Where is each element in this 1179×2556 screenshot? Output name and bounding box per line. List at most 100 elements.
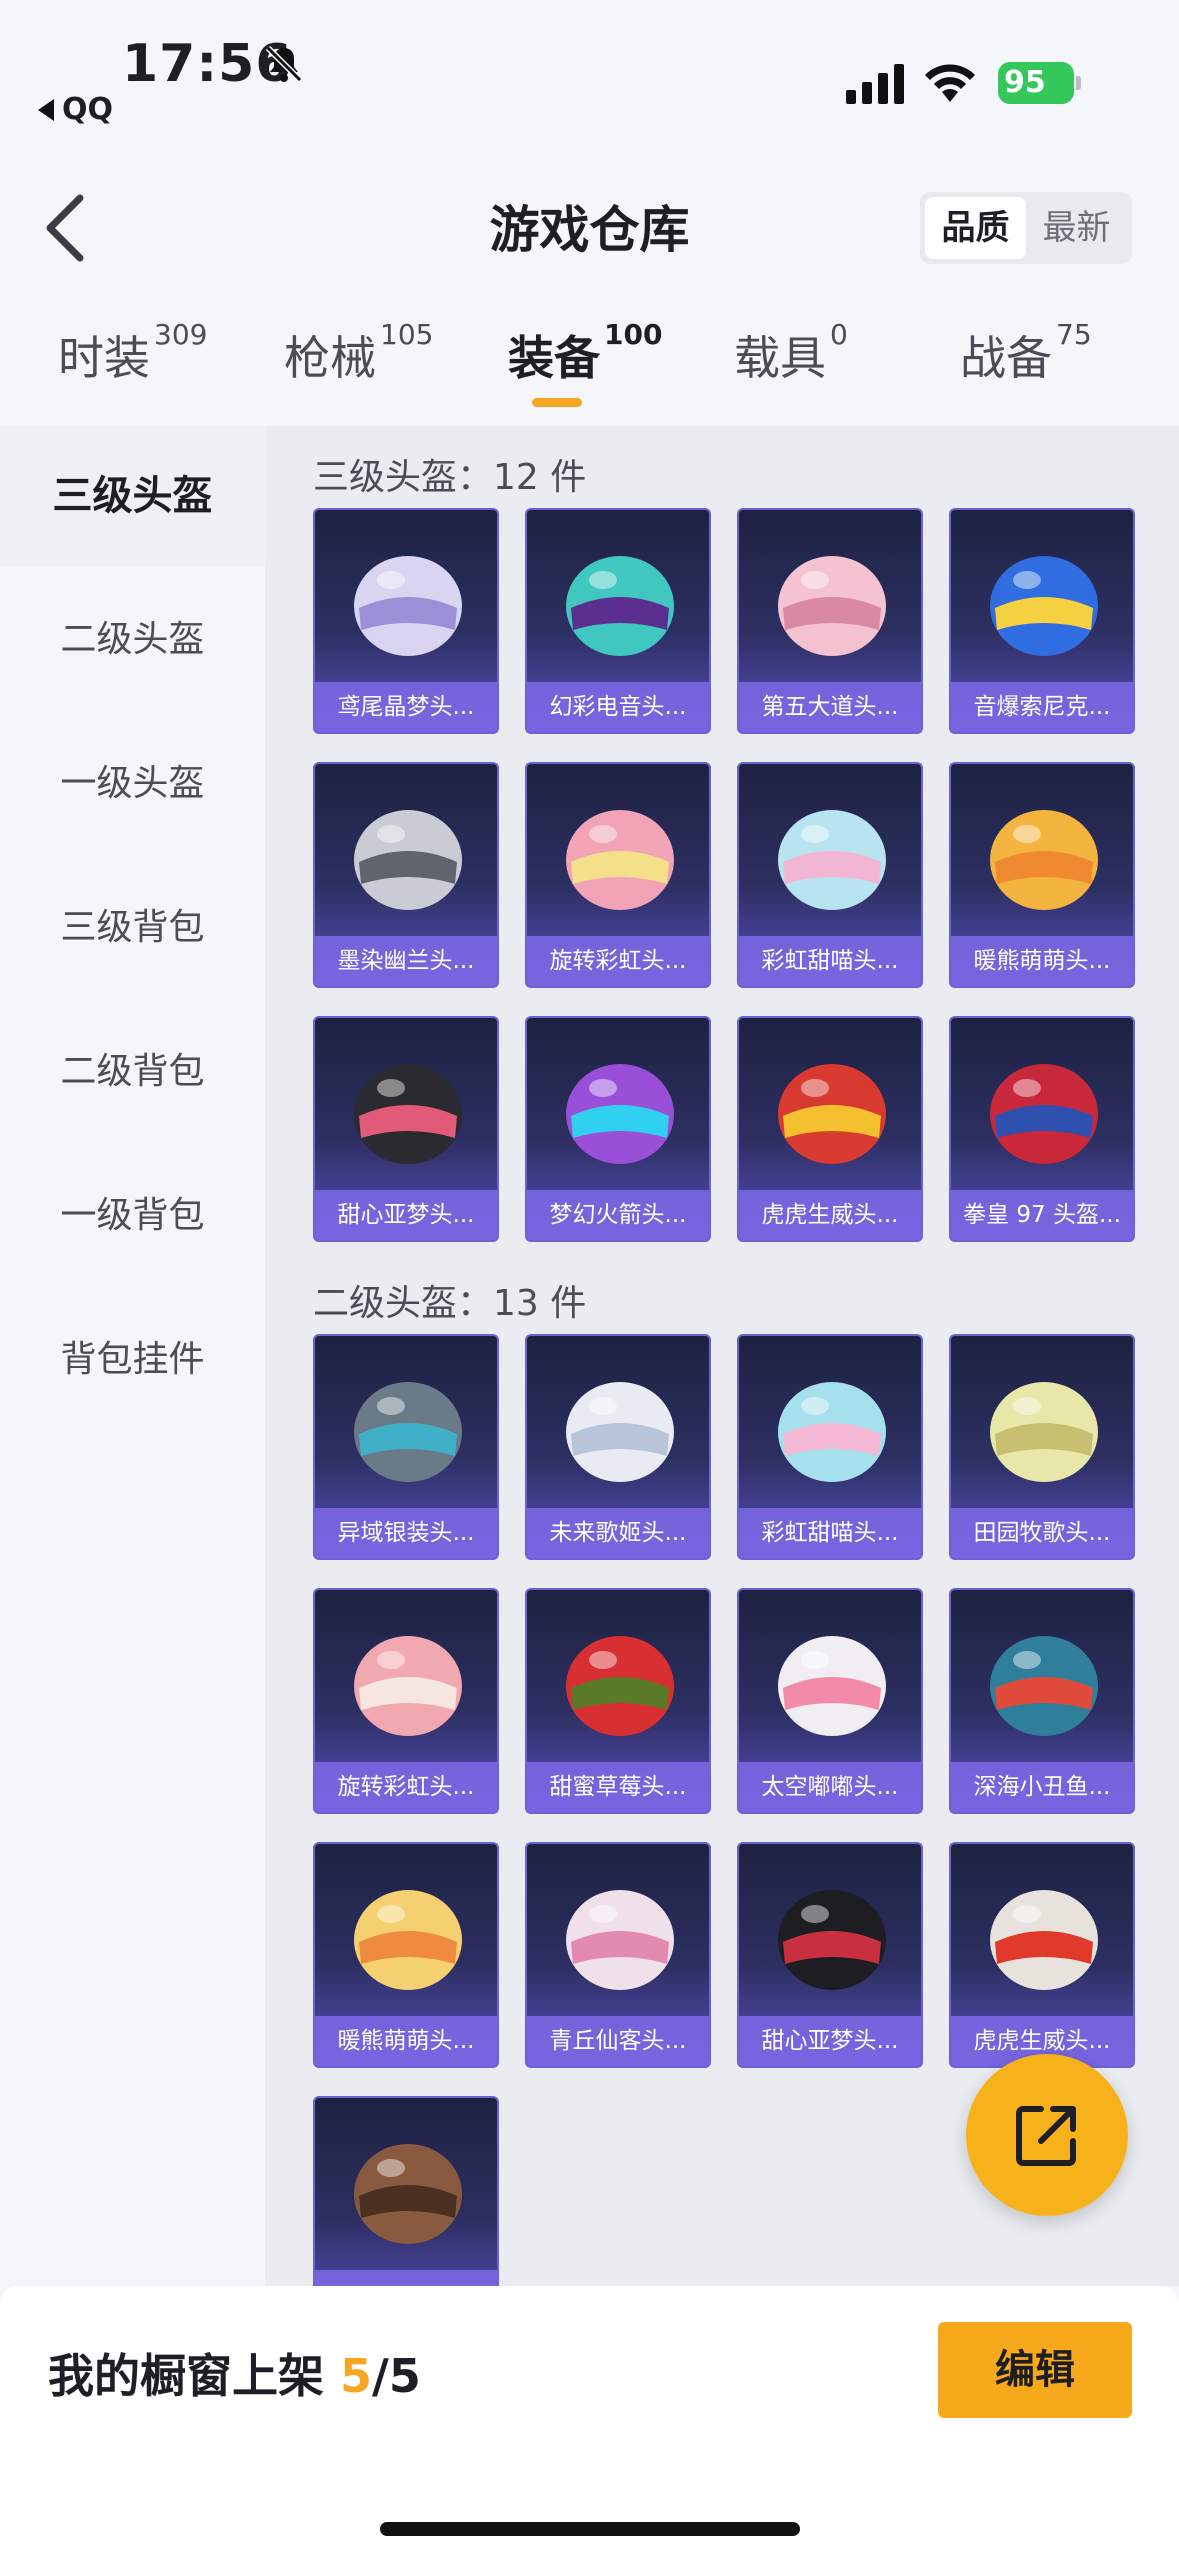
tab-guns[interactable]: 枪械 105 — [284, 318, 433, 388]
item-card[interactable]: 旋转彩虹头... — [313, 1588, 499, 1814]
item-name: 甜蜜草莓头... — [527, 1762, 709, 1812]
item-name: 甜心亚梦头... — [739, 2016, 921, 2066]
item-card[interactable]: 音爆索尼克... — [949, 508, 1135, 734]
helmet-icon — [566, 1890, 674, 1990]
helmet-icon — [778, 556, 886, 656]
cellular-signal-icon — [846, 64, 904, 104]
back-app-label: QQ — [62, 92, 114, 127]
helmet-icon — [778, 810, 886, 910]
helmet-icon — [778, 1382, 886, 1482]
helmet-icon — [778, 1064, 886, 1164]
showcase-label: 我的橱窗上架 — [48, 2349, 324, 2403]
item-card[interactable]: 异域银装头... — [313, 1334, 499, 1560]
edit-button[interactable]: 编辑 — [938, 2322, 1132, 2418]
helmet-icon — [990, 556, 1098, 656]
helmet-icon — [566, 1636, 674, 1736]
helmet-icon — [778, 1890, 886, 1990]
item-card[interactable]: 鸢尾晶梦头... — [313, 508, 499, 734]
item-name: 拳皇 97 头盔... — [951, 1190, 1133, 1240]
sort-quality-option[interactable]: 品质 — [925, 197, 1026, 259]
helmet-icon — [990, 810, 1098, 910]
share-external-icon — [1016, 2106, 1076, 2166]
tab-fashion[interactable]: 时装 309 — [58, 318, 207, 388]
battery-cap — [1076, 76, 1081, 90]
item-card[interactable]: 旋转彩虹头... — [525, 762, 711, 988]
item-name: 深海小丑鱼... — [951, 1762, 1133, 1812]
tab-label: 装备 — [508, 331, 600, 385]
item-name: 旋转彩虹头... — [315, 1762, 497, 1812]
item-name: 田园牧歌头... — [951, 1508, 1133, 1558]
item-card[interactable]: 青丘仙客头... — [525, 1842, 711, 2068]
item-card[interactable]: 彩虹甜喵头... — [737, 1334, 923, 1560]
item-card[interactable] — [313, 2096, 499, 2286]
sidebar-item-lv3-helmet[interactable]: 三级头盔 — [0, 426, 265, 566]
item-name: 青丘仙客头... — [527, 2016, 709, 2066]
back-triangle-icon — [38, 98, 54, 121]
sort-toggle: 品质 最新 — [920, 192, 1132, 264]
item-card[interactable]: 甜蜜草莓头... — [525, 1588, 711, 1814]
helmet-icon — [778, 1636, 886, 1736]
sidebar: 三级头盔 二级头盔 一级头盔 三级背包 二级背包 一级背包 背包挂件 — [0, 426, 265, 2286]
helmet-icon — [354, 1064, 462, 1164]
item-name: 暖熊萌萌头... — [315, 2016, 497, 2066]
back-to-app-link[interactable]: QQ — [38, 92, 113, 127]
item-card[interactable]: 未来歌姬头... — [525, 1334, 711, 1560]
helmet-icon — [990, 1064, 1098, 1164]
helmet-icon — [566, 1382, 674, 1482]
helmet-icon — [354, 556, 462, 656]
item-card[interactable]: 深海小丑鱼... — [949, 1588, 1135, 1814]
item-card[interactable]: 第五大道头... — [737, 508, 923, 734]
item-card[interactable]: 太空嘟嘟头... — [737, 1588, 923, 1814]
sidebar-item-backpack-charm[interactable]: 背包挂件 — [0, 1290, 265, 1430]
item-name: 甜心亚梦头... — [315, 1190, 497, 1240]
item-card[interactable]: 彩虹甜喵头... — [737, 762, 923, 988]
item-card[interactable]: 甜心亚梦头... — [313, 1016, 499, 1242]
helmet-icon — [566, 1064, 674, 1164]
item-card[interactable]: 暖熊萌萌头... — [313, 1842, 499, 2068]
item-name: 彩虹甜喵头... — [739, 936, 921, 986]
tab-count: 100 — [604, 318, 663, 351]
item-name: 暖熊萌萌头... — [951, 936, 1133, 986]
item-grid: 三级头盔：12 件鸢尾晶梦头... 幻彩电音头... 第五大道头... 音爆索尼克..… — [265, 426, 1179, 2286]
showcase-total: /5 — [372, 2349, 421, 2403]
tab-supplies[interactable]: 战备 75 — [960, 318, 1092, 388]
sidebar-item-lv1-helmet[interactable]: 一级头盔 — [0, 714, 265, 854]
battery-level: 95 — [998, 62, 1074, 104]
helmet-icon — [990, 1890, 1098, 1990]
item-card[interactable]: 梦幻火箭头... — [525, 1016, 711, 1242]
item-name — [315, 2270, 497, 2286]
showcase-status: 我的橱窗上架 5/5 — [48, 2340, 421, 2406]
share-button[interactable] — [966, 2054, 1128, 2216]
tab-count: 105 — [380, 318, 434, 351]
category-tabs: 时装 309 枪械 105 装备 100 载具 0 战备 75 — [0, 318, 1179, 422]
wifi-icon — [925, 64, 975, 102]
item-name: 旋转彩虹头... — [527, 936, 709, 986]
sidebar-item-lv1-backpack[interactable]: 一级背包 — [0, 1146, 265, 1286]
tab-equipment[interactable]: 装备 100 — [508, 318, 662, 388]
item-card[interactable]: 幻彩电音头... — [525, 508, 711, 734]
item-card[interactable]: 虎虎生威头... — [737, 1016, 923, 1242]
sidebar-item-lv3-backpack[interactable]: 三级背包 — [0, 858, 265, 998]
item-name: 未来歌姬头... — [527, 1508, 709, 1558]
helmet-icon — [990, 1636, 1098, 1736]
item-name: 鸢尾晶梦头... — [315, 682, 497, 732]
sidebar-item-lv2-helmet[interactable]: 二级头盔 — [0, 570, 265, 710]
item-card[interactable]: 甜心亚梦头... — [737, 1842, 923, 2068]
sort-latest-option[interactable]: 最新 — [1026, 197, 1127, 259]
item-card[interactable]: 虎虎生威头... — [949, 1842, 1135, 2068]
tab-label: 时装 — [58, 331, 150, 385]
item-card[interactable]: 墨染幽兰头... — [313, 762, 499, 988]
helmet-icon — [990, 1382, 1098, 1482]
item-card[interactable]: 拳皇 97 头盔... — [949, 1016, 1135, 1242]
item-card[interactable]: 暖熊萌萌头... — [949, 762, 1135, 988]
showcase-current: 5 — [340, 2349, 373, 2403]
section-title: 二级头盔：13 件 — [313, 1283, 587, 1324]
tab-vehicles[interactable]: 载具 0 — [734, 318, 848, 388]
home-indicator — [380, 2522, 800, 2536]
item-card[interactable]: 田园牧歌头... — [949, 1334, 1135, 1560]
item-name: 太空嘟嘟头... — [739, 1762, 921, 1812]
sidebar-item-lv2-backpack[interactable]: 二级背包 — [0, 1002, 265, 1142]
helmet-icon — [354, 810, 462, 910]
tab-count: 0 — [830, 318, 848, 351]
active-tab-indicator — [532, 398, 582, 407]
